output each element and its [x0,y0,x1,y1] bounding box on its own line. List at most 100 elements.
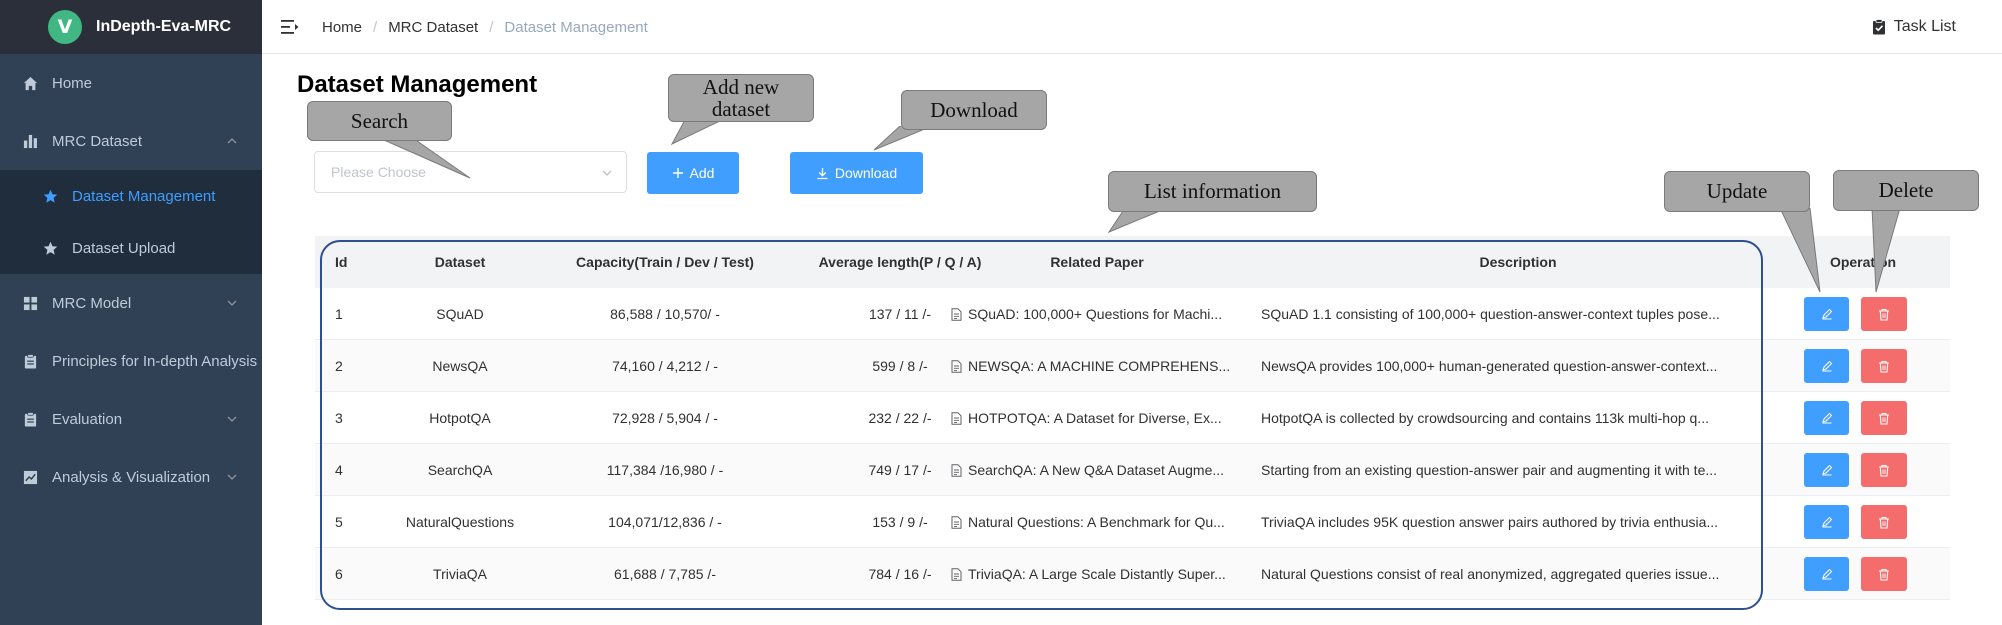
sidebar-item-principles[interactable]: Principles for In-depth Analysis [0,332,262,390]
edit-icon [1821,308,1832,320]
cell-dataset: TriviaQA [433,565,487,582]
breadcrumb-mrc-dataset[interactable]: MRC Dataset [388,19,478,36]
sidebar-item-label: MRC Model [52,294,132,312]
table-body: 1 SQuAD 86,588 / 10,570/ -137 / 11 /- SQuAD… [315,288,1950,600]
page-title: Dataset Management [297,71,538,98]
grid-icon [22,295,38,311]
edit-button[interactable] [1804,453,1849,487]
delete-button[interactable] [1861,349,1907,383]
delete-button[interactable] [1861,401,1907,435]
sidebar-item-home[interactable]: Home [0,54,262,112]
trend-chart-icon [22,469,38,485]
document-icon [951,515,962,529]
document-icon [951,567,962,581]
cell-description: TriviaQA includes 95K question answer pa… [1261,513,1719,530]
edit-icon [1821,360,1832,372]
sidebar-item-evaluation[interactable]: Evaluation [0,390,262,448]
cell-dataset: NaturalQuestions [405,513,515,530]
add-button[interactable]: Add [647,152,739,194]
sidebar-item-label: Home [52,74,93,92]
cell-description: SQuAD 1.1 consisting of 100,000+ questio… [1261,305,1720,322]
cell-description: HotpotQA is collected by crowdsourcing a… [1261,409,1709,426]
delete-button[interactable] [1861,297,1907,331]
dataset-select[interactable]: Please Choose [314,151,627,193]
sidebar-item-label: MRC Dataset [52,132,143,150]
dataset-table: Id Dataset Capacity(Train / Dev / Test) … [315,236,1950,600]
column-header-operation: Operation [1829,254,1897,270]
callout-tail [670,118,727,146]
cell-description: Starting from an existing question-answe… [1261,461,1718,478]
trash-icon [1879,308,1889,321]
related-paper-link[interactable]: TriviaQA: A Large Scale Distantly Super.… [968,566,1226,582]
column-header-description: Description [1479,254,1557,270]
edit-icon [1821,412,1832,424]
sidebar-item-mrc-model[interactable]: MRC Model [0,274,262,332]
column-header-id: Id [335,254,348,270]
home-icon [22,75,38,91]
chevron-down-icon [227,474,237,480]
sidebar-item-dataset-management[interactable]: Dataset Management [0,170,262,222]
logo-icon: V [48,10,82,44]
callout-update: Update [1664,171,1810,212]
delete-button[interactable] [1861,453,1907,487]
edit-button[interactable] [1804,401,1849,435]
cell-related-paper[interactable]: Natural Questions: A Benchmark for Qu... [951,514,1239,530]
cell-id: 1 [335,305,343,322]
breadcrumb-separator: / [489,19,494,36]
breadcrumb: Home / MRC Dataset / Dataset Management [322,19,648,36]
chevron-up-icon [227,138,237,144]
cell-related-paper[interactable]: SQuAD: 100,000+ Questions for Machi... [951,306,1239,322]
related-paper-link[interactable]: HOTPOTQA: A Dataset for Diverse, Ex... [968,410,1222,426]
edit-button[interactable] [1804,349,1849,383]
document-icon [951,463,962,477]
breadcrumb-home[interactable]: Home [322,19,362,36]
plus-icon [672,167,684,179]
bar-chart-icon [22,133,38,149]
task-list-button[interactable]: Task List [1872,18,1956,36]
edit-icon [1821,464,1832,476]
hamburger-icon[interactable] [280,17,300,37]
cell-dataset: SearchQA [427,461,493,478]
cell-description: Natural Questions consist of real anonym… [1261,565,1720,582]
callout-download: Download [901,90,1047,130]
table-row: 1 SQuAD 86,588 / 10,570/ -137 / 11 /- SQuAD… [315,288,1950,340]
edit-button[interactable] [1804,557,1849,591]
download-icon [816,167,829,180]
sidebar-item-mrc-dataset[interactable]: MRC Dataset [0,112,262,170]
select-placeholder: Please Choose [331,164,426,180]
cell-related-paper[interactable]: TriviaQA: A Large Scale Distantly Super.… [951,566,1239,582]
related-paper-link[interactable]: Natural Questions: A Benchmark for Qu... [968,514,1225,530]
related-paper-link[interactable]: NEWSQA: A MACHINE COMPREHENS... [968,358,1230,374]
edit-icon [1821,516,1832,528]
delete-button[interactable] [1861,505,1907,539]
document-icon [951,359,962,373]
cell-related-paper[interactable]: HOTPOTQA: A Dataset for Diverse, Ex... [951,410,1239,426]
cell-id: 2 [335,357,343,374]
cell-id: 3 [335,409,343,426]
edit-button[interactable] [1804,505,1849,539]
related-paper-link[interactable]: SearchQA: A New Q&A Dataset Augme... [968,462,1224,478]
cell-related-paper[interactable]: NEWSQA: A MACHINE COMPREHENS... [951,358,1239,374]
logo-bar[interactable]: V InDepth-Eva-MRC [0,0,262,54]
chevron-down-icon [602,170,612,176]
related-paper-link[interactable]: SQuAD: 100,000+ Questions for Machi... [968,306,1222,322]
sidebar-item-dataset-upload[interactable]: Dataset Upload [0,222,262,274]
trash-icon [1879,412,1889,425]
callout-list-information: List information [1108,171,1317,212]
edit-button[interactable] [1804,297,1849,331]
table-row: 4 SearchQA 117,384 /16,980 / -749 / 17 /- S… [315,444,1950,496]
sidebar-item-analysis-visualization[interactable]: Analysis & Visualization [0,448,262,506]
cell-related-paper[interactable]: SearchQA: A New Q&A Dataset Augme... [951,462,1239,478]
clipboard-icon [22,353,38,369]
download-button[interactable]: Download [790,152,923,194]
chevron-down-icon [227,416,237,422]
callout-delete: Delete [1833,170,1979,211]
task-list-label: Task List [1893,18,1956,35]
cell-id: 6 [335,565,343,582]
table-row: 2 NewsQA 74,160 / 4,212 / -599 / 8 /- NEWSQ… [315,340,1950,392]
table-row: 6 TriviaQA 61,688 / 7,785 /- 784 / 16 /- Tri… [315,548,1950,600]
cell-id: 4 [335,461,343,478]
trash-icon [1879,568,1889,581]
edit-icon [1821,568,1832,580]
delete-button[interactable] [1861,557,1907,591]
